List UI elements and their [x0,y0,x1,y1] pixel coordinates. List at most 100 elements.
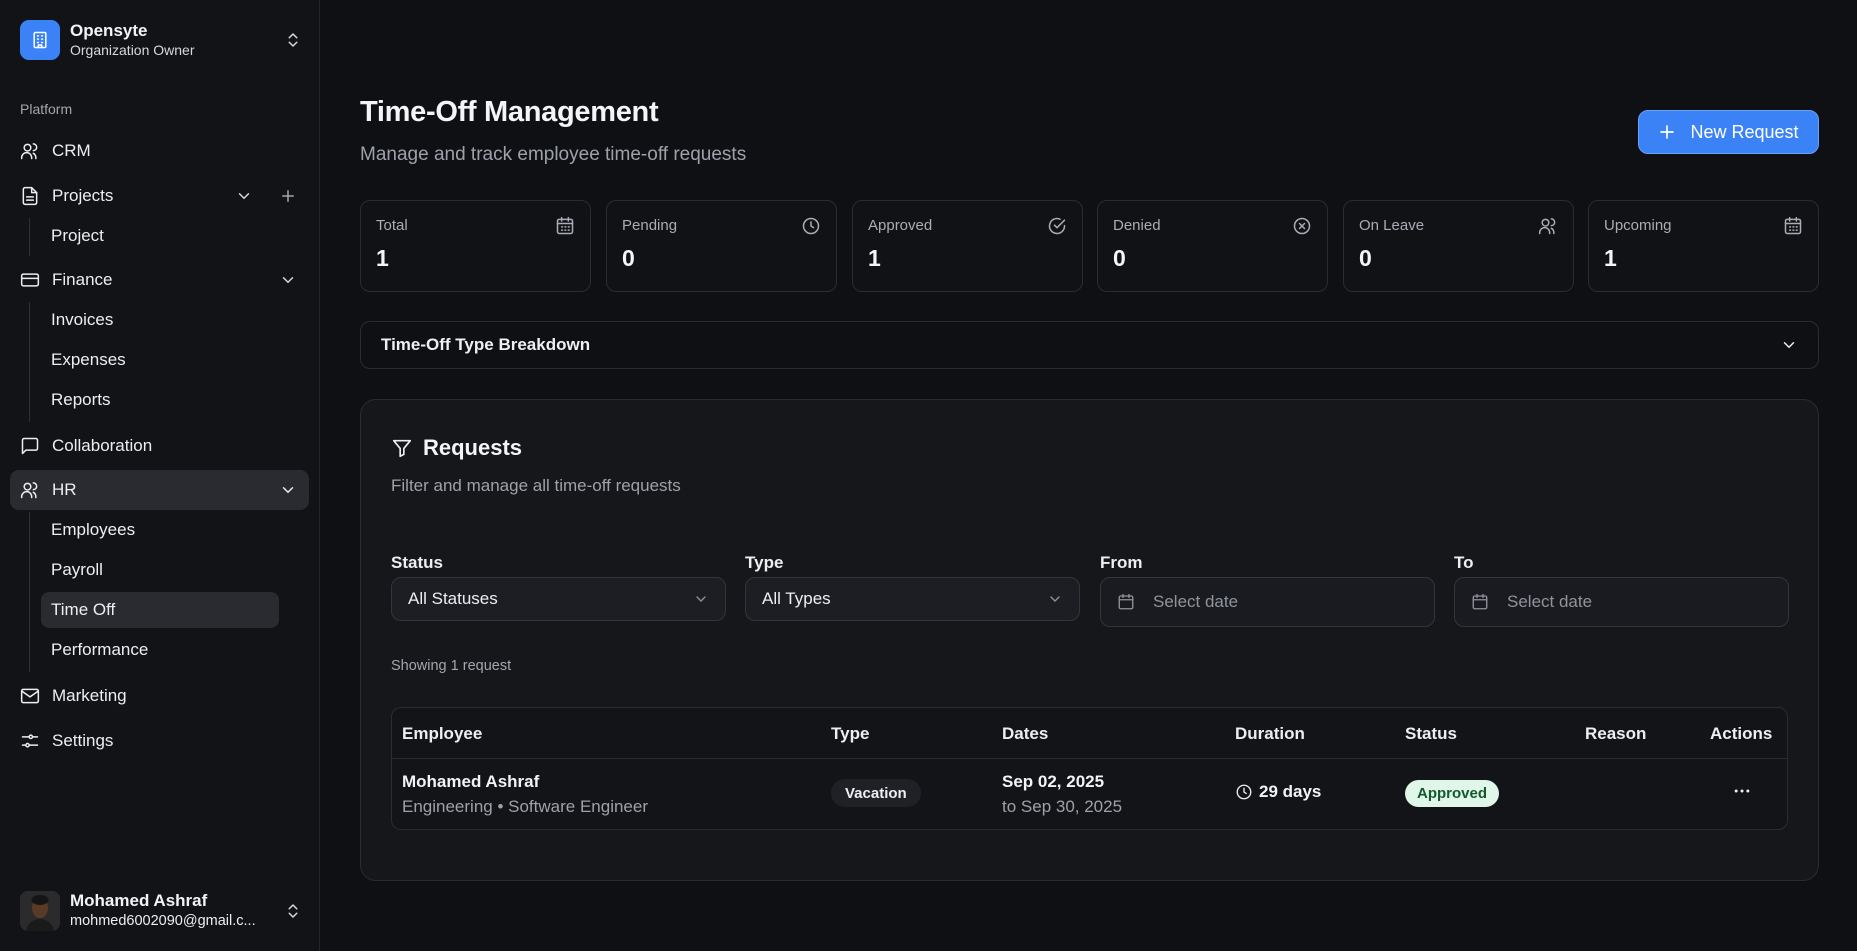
avatar [20,891,60,931]
type-breakdown-toggle[interactable]: Time-Off Type Breakdown [360,321,1819,369]
x-circle-icon [1293,217,1311,235]
clock-icon [802,217,820,235]
sidebar-item-label: Project [51,226,104,245]
sidebar-item-label: Finance [52,270,113,289]
filter-icon [392,439,412,458]
column-header-employee[interactable]: Employee [402,724,482,744]
chevron-down-icon[interactable] [279,481,297,499]
to-date-picker[interactable]: Select date [1454,577,1789,627]
employee-department: Engineering • Software Engineer [402,797,648,816]
stat-card-on-leave: On Leave 0 [1343,200,1574,292]
stat-label: On Leave [1359,217,1425,234]
clock-icon [1236,784,1252,800]
user-menu[interactable]: Mohamed Ashraf mohmed6002090@gmail.c... [20,888,302,934]
from-date-picker[interactable]: Select date [1100,577,1435,627]
stat-label: Total [376,217,408,234]
stat-value: 1 [868,245,881,271]
chevron-down-icon[interactable] [235,187,253,205]
type-filter-label: Type [745,553,784,572]
sidebar-item-label: Expenses [51,350,126,369]
new-request-label: New Request [1690,121,1799,142]
duration-cell: 29 days [1235,782,1321,802]
user-name: Mohamed Ashraf [70,891,208,910]
chevrons-up-down-icon [288,33,298,47]
submenu-line [29,512,30,672]
sidebar-subitem-invoices[interactable]: Invoices [41,302,279,338]
sidebar-item-projects[interactable]: Projects [10,176,309,216]
sidebar-subitem-payroll[interactable]: Payroll [41,552,279,588]
sidebar-item-label: HR [52,480,77,499]
to-filter-label: To [1454,553,1474,572]
sidebar-item-label: CRM [52,141,91,160]
sidebar-subitem-project[interactable]: Project [41,218,279,254]
stat-card-approved: Approved 1 [852,200,1083,292]
stat-label: Approved [868,217,933,234]
sidebar: Opensyte Organization Owner Platform CRM… [0,0,320,951]
file-icon [20,186,40,206]
sidebar-item-label: Invoices [51,310,114,329]
section-label-platform: Platform [20,101,73,117]
duration-value: 29 days [1259,782,1322,801]
sidebar-item-crm[interactable]: CRM [10,131,309,171]
date-end: to Sep 30, 2025 [1002,797,1123,816]
user-email: mohmed6002090@gmail.c... [70,913,256,929]
requests-subtitle: Filter and manage all time-off requests [391,476,681,495]
employee-cell: Mohamed Ashraf Engineering • Software En… [402,772,648,817]
sidebar-subitem-reports[interactable]: Reports [41,382,279,418]
stat-value: 1 [376,245,389,271]
page-subtitle: Manage and track employee time-off reque… [360,144,747,165]
calendar-icon [1118,593,1134,610]
sidebar-item-hr[interactable]: HR [10,470,309,510]
date-start: Sep 02, 2025 [1002,772,1105,791]
org-name: Opensyte [70,21,148,40]
building-icon [20,20,60,60]
sidebar-subitem-performance[interactable]: Performance [41,632,279,668]
status-select-value: All Statuses [408,589,498,608]
stat-value: 0 [1113,245,1126,271]
plus-icon[interactable] [279,187,297,205]
calendar-icon [556,216,574,235]
column-header-dates[interactable]: Dates [1002,724,1048,744]
sidebar-subitem-employees[interactable]: Employees [41,512,279,548]
type-select[interactable]: All Types [745,577,1080,621]
sidebar-item-finance[interactable]: Finance [10,260,309,300]
more-actions-button[interactable] [1731,780,1753,802]
column-header-reason[interactable]: Reason [1585,724,1646,744]
column-header-duration[interactable]: Duration [1235,724,1305,744]
sidebar-item-label: Collaboration [52,436,153,455]
page-title: Time-Off Management [360,96,659,128]
new-request-button[interactable]: New Request [1638,110,1819,154]
stat-value: 1 [1604,245,1617,271]
chevron-down-icon[interactable] [279,271,297,289]
requests-title: Requests [391,435,522,461]
chevron-down-icon [1050,596,1060,602]
more-horizontal-icon [1734,789,1750,793]
status-select[interactable]: All Statuses [391,577,726,621]
stat-card-pending: Pending 0 [606,200,837,292]
column-header-status[interactable]: Status [1405,724,1457,744]
org-switcher[interactable]: Opensyte Organization Owner [20,20,302,60]
sidebar-item-label: Reports [51,390,111,409]
sidebar-item-label: Marketing [52,686,127,705]
sidebar-item-label: Settings [52,731,114,750]
type-badge: Vacation [831,779,921,807]
chevrons-up-down-icon [288,904,298,918]
sidebar-item-label: Time Off [51,600,116,619]
sidebar-item-settings[interactable]: Settings [10,721,309,761]
column-header-type[interactable]: Type [831,724,869,744]
stat-label: Upcoming [1604,217,1672,234]
requests-card: Requests Filter and manage all time-off … [360,399,1819,881]
stat-card-upcoming: Upcoming 1 [1588,200,1819,292]
sidebar-item-label: Projects [52,186,114,205]
sliders-icon [20,731,40,751]
org-role: Organization Owner [70,42,195,58]
sidebar-subitem-expenses[interactable]: Expenses [41,342,279,378]
sidebar-subitem-time-off[interactable]: Time Off [41,592,279,628]
sidebar-item-collaboration[interactable]: Collaboration [10,426,309,466]
users-icon [20,480,40,500]
dates-cell: Sep 02, 2025 to Sep 30, 2025 [1002,772,1122,817]
status-filter-label: Status [391,553,443,572]
sidebar-item-marketing[interactable]: Marketing [10,676,309,716]
type-select-value: All Types [762,589,831,608]
calendar-icon [1472,593,1488,610]
